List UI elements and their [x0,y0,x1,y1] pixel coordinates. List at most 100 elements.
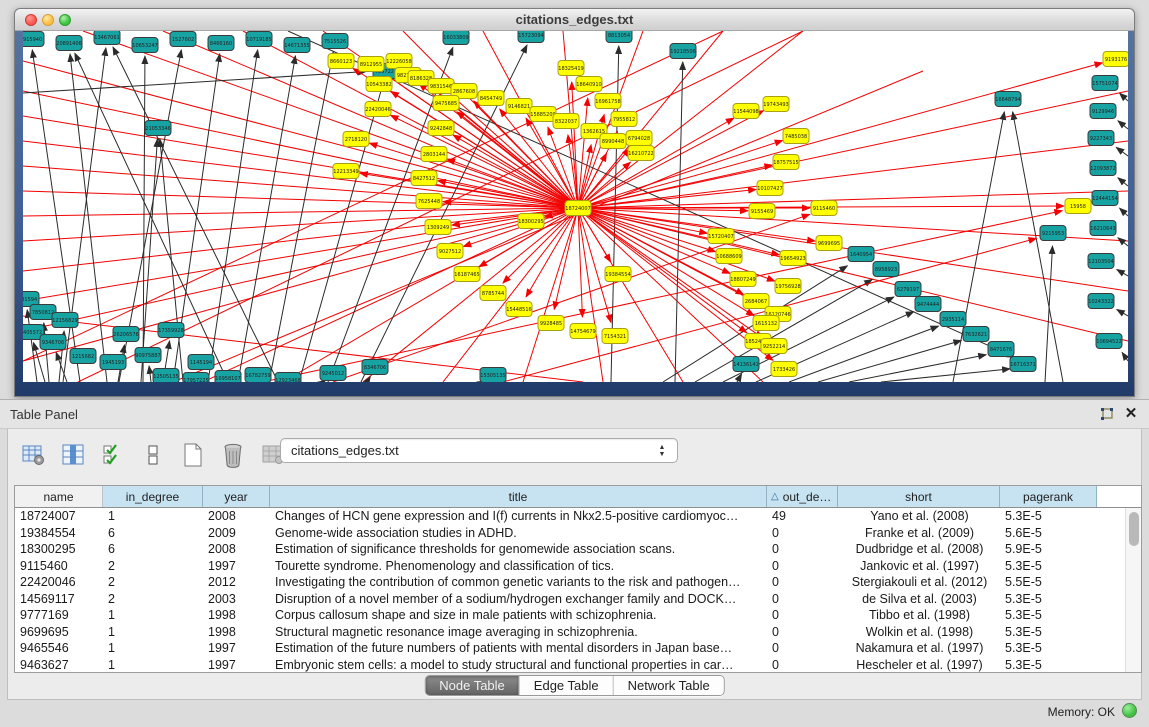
graph-node[interactable]: 15751074 [1092,76,1118,91]
graph-node[interactable]: 9146821 [506,99,532,114]
tab-edge-table[interactable]: Edge Table [520,676,614,695]
graph-node[interactable]: 17359928 [158,323,184,338]
graph-node[interactable]: 9027512 [437,244,463,259]
column-header-pagerank[interactable]: pagerank [1000,486,1097,507]
table-row[interactable]: 977716911998Corpus callosum shape and si… [15,607,1141,624]
graph-node[interactable]: 22420046 [365,102,391,117]
graph-node[interactable]: 12444154 [1092,191,1118,206]
graph-node[interactable]: 9475685 [433,96,459,111]
graph-node[interactable]: 9215953 [1040,226,1066,241]
graph-node[interactable]: 8346706 [362,360,388,375]
graph-node[interactable]: 15305135 [480,368,506,383]
graph-node[interactable]: 10688609 [716,249,742,264]
table-dropdown[interactable]: citations_edges.txt ▲▼ [280,438,678,463]
graph-node[interactable]: 9831546 [428,79,454,94]
graph-node[interactable]: 18325419 [558,61,584,76]
graph-node[interactable]: 16187465 [454,267,480,282]
graph-node[interactable]: 26206576 [113,327,139,342]
graph-node[interactable]: 12505135 [153,369,179,383]
create-column-icon[interactable] [180,442,206,468]
graph-node[interactable]: 18300295 [518,214,544,229]
graph-node[interactable]: 16782759 [245,368,271,383]
table-row[interactable]: 946362711997Embryonic stem cells: a mode… [15,657,1141,674]
graph-node[interactable]: 21053346 [145,121,171,136]
graph-node[interactable]: 8958923 [873,262,899,277]
graph-node[interactable]: 9346706 [40,335,66,350]
table-row[interactable]: 2242004622012Investigating the contribut… [15,574,1141,591]
table-row[interactable]: 1872400712008Changes of HCN gene express… [15,508,1141,525]
graph-node[interactable]: 15720407 [708,229,734,244]
graph-node[interactable]: 1733426 [771,362,797,377]
close-panel-icon[interactable]: ✕ [1123,406,1139,422]
graph-node[interactable]: 1527602 [170,32,196,47]
graph-node[interactable]: 15958 [1065,199,1091,214]
graph-node[interactable]: 15448516 [506,302,532,317]
graph-node[interactable]: 19218506 [670,44,696,59]
graph-node[interactable]: 8471676 [988,342,1014,357]
graph-node[interactable]: 10107427 [757,181,783,196]
tab-network-table[interactable]: Network Table [614,676,724,695]
graph-node[interactable]: 17957225 [183,373,209,383]
table-row[interactable]: 1830029562008Estimation of significance … [15,541,1141,558]
graph-node[interactable]: 15885209 [530,107,556,122]
graph-node[interactable]: 9129946 [1090,104,1116,119]
graph-node[interactable]: 7485038 [783,129,809,144]
graph-node[interactable]: 2718120 [343,132,369,147]
scrollbar-thumb[interactable] [1129,512,1139,546]
graph-node[interactable]: 1615132 [753,316,779,331]
graph-node[interactable]: 2803144 [421,147,447,162]
column-header-out_de[interactable]: △out_de… [767,486,838,507]
network-graph[interactable]: 3915940208914061346706110653247152760284… [23,31,1128,382]
graph-node[interactable]: 14136141 [733,357,759,372]
graph-node[interactable]: 16716371 [1010,357,1036,372]
hub-node[interactable]: 18724007 [565,201,591,216]
graph-node[interactable]: 9474444 [915,297,941,312]
graph-node[interactable]: 16961758 [595,94,621,109]
row-height-icon[interactable] [140,442,166,468]
graph-node[interactable]: 19384554 [605,267,631,282]
graph-node[interactable]: 10543382 [366,77,392,92]
graph-node[interactable]: 12213349 [333,164,359,179]
graph-node[interactable]: 16648794 [995,92,1021,107]
graph-node[interactable]: 8813054 [606,31,632,43]
float-panel-icon[interactable] [1099,407,1115,423]
graph-node[interactable]: 19654923 [780,251,806,266]
graph-node[interactable]: 12103504 [1088,254,1114,269]
graph-node[interactable]: 90975887 [135,348,161,363]
graph-node[interactable]: 8990448 [600,134,626,149]
graph-node[interactable]: 2935114 [940,312,966,327]
delete-column-icon[interactable] [220,442,246,468]
graph-node[interactable]: 10719185 [246,32,272,47]
table-scrollbar[interactable] [1125,508,1141,672]
graph-node[interactable]: 18757515 [773,155,799,170]
graph-node[interactable]: 6794028 [626,131,652,146]
graph-node[interactable]: 9193176 [1103,52,1128,67]
graph-node[interactable]: 11544098 [733,104,759,119]
graph-node[interactable]: 12226058 [386,54,412,69]
graph-node[interactable]: 18807249 [730,272,756,287]
table-mode-icon[interactable] [20,442,46,468]
graph-node[interactable]: 6279197 [895,282,921,297]
graph-node[interactable]: 20891406 [56,36,82,51]
graph-node[interactable]: 7632621 [963,327,989,342]
graph-node[interactable]: 7154321 [602,329,628,344]
graph-node[interactable]: 8466160 [208,36,234,51]
network-canvas[interactable]: 3915940208914061346706110653247152760284… [23,31,1128,382]
graph-node[interactable]: 19743493 [763,97,789,112]
graph-node[interactable]: 8912955 [358,57,384,72]
graph-node[interactable]: 1215682 [70,349,96,364]
graph-node[interactable]: 9115460 [811,201,837,216]
graph-node[interactable]: 8427512 [411,171,437,186]
graph-node[interactable]: 8660123 [328,54,354,69]
column-checklist-icon[interactable] [100,442,126,468]
graph-node[interactable]: 7625448 [416,194,442,209]
table-row[interactable]: 1938455462009Genome-wide association stu… [15,525,1141,542]
graph-node[interactable]: 16210722 [628,146,654,161]
graph-node[interactable]: 16210643 [1090,221,1116,236]
graph-node[interactable]: 9252214 [761,339,787,354]
graph-node[interactable]: 10653247 [132,38,158,53]
graph-node[interactable]: 8322037 [553,114,579,129]
table-row[interactable]: 969969511998Structural magnetic resonanc… [15,624,1141,641]
graph-node[interactable]: 12093872 [1090,161,1116,176]
column-header-title[interactable]: title [270,486,767,507]
